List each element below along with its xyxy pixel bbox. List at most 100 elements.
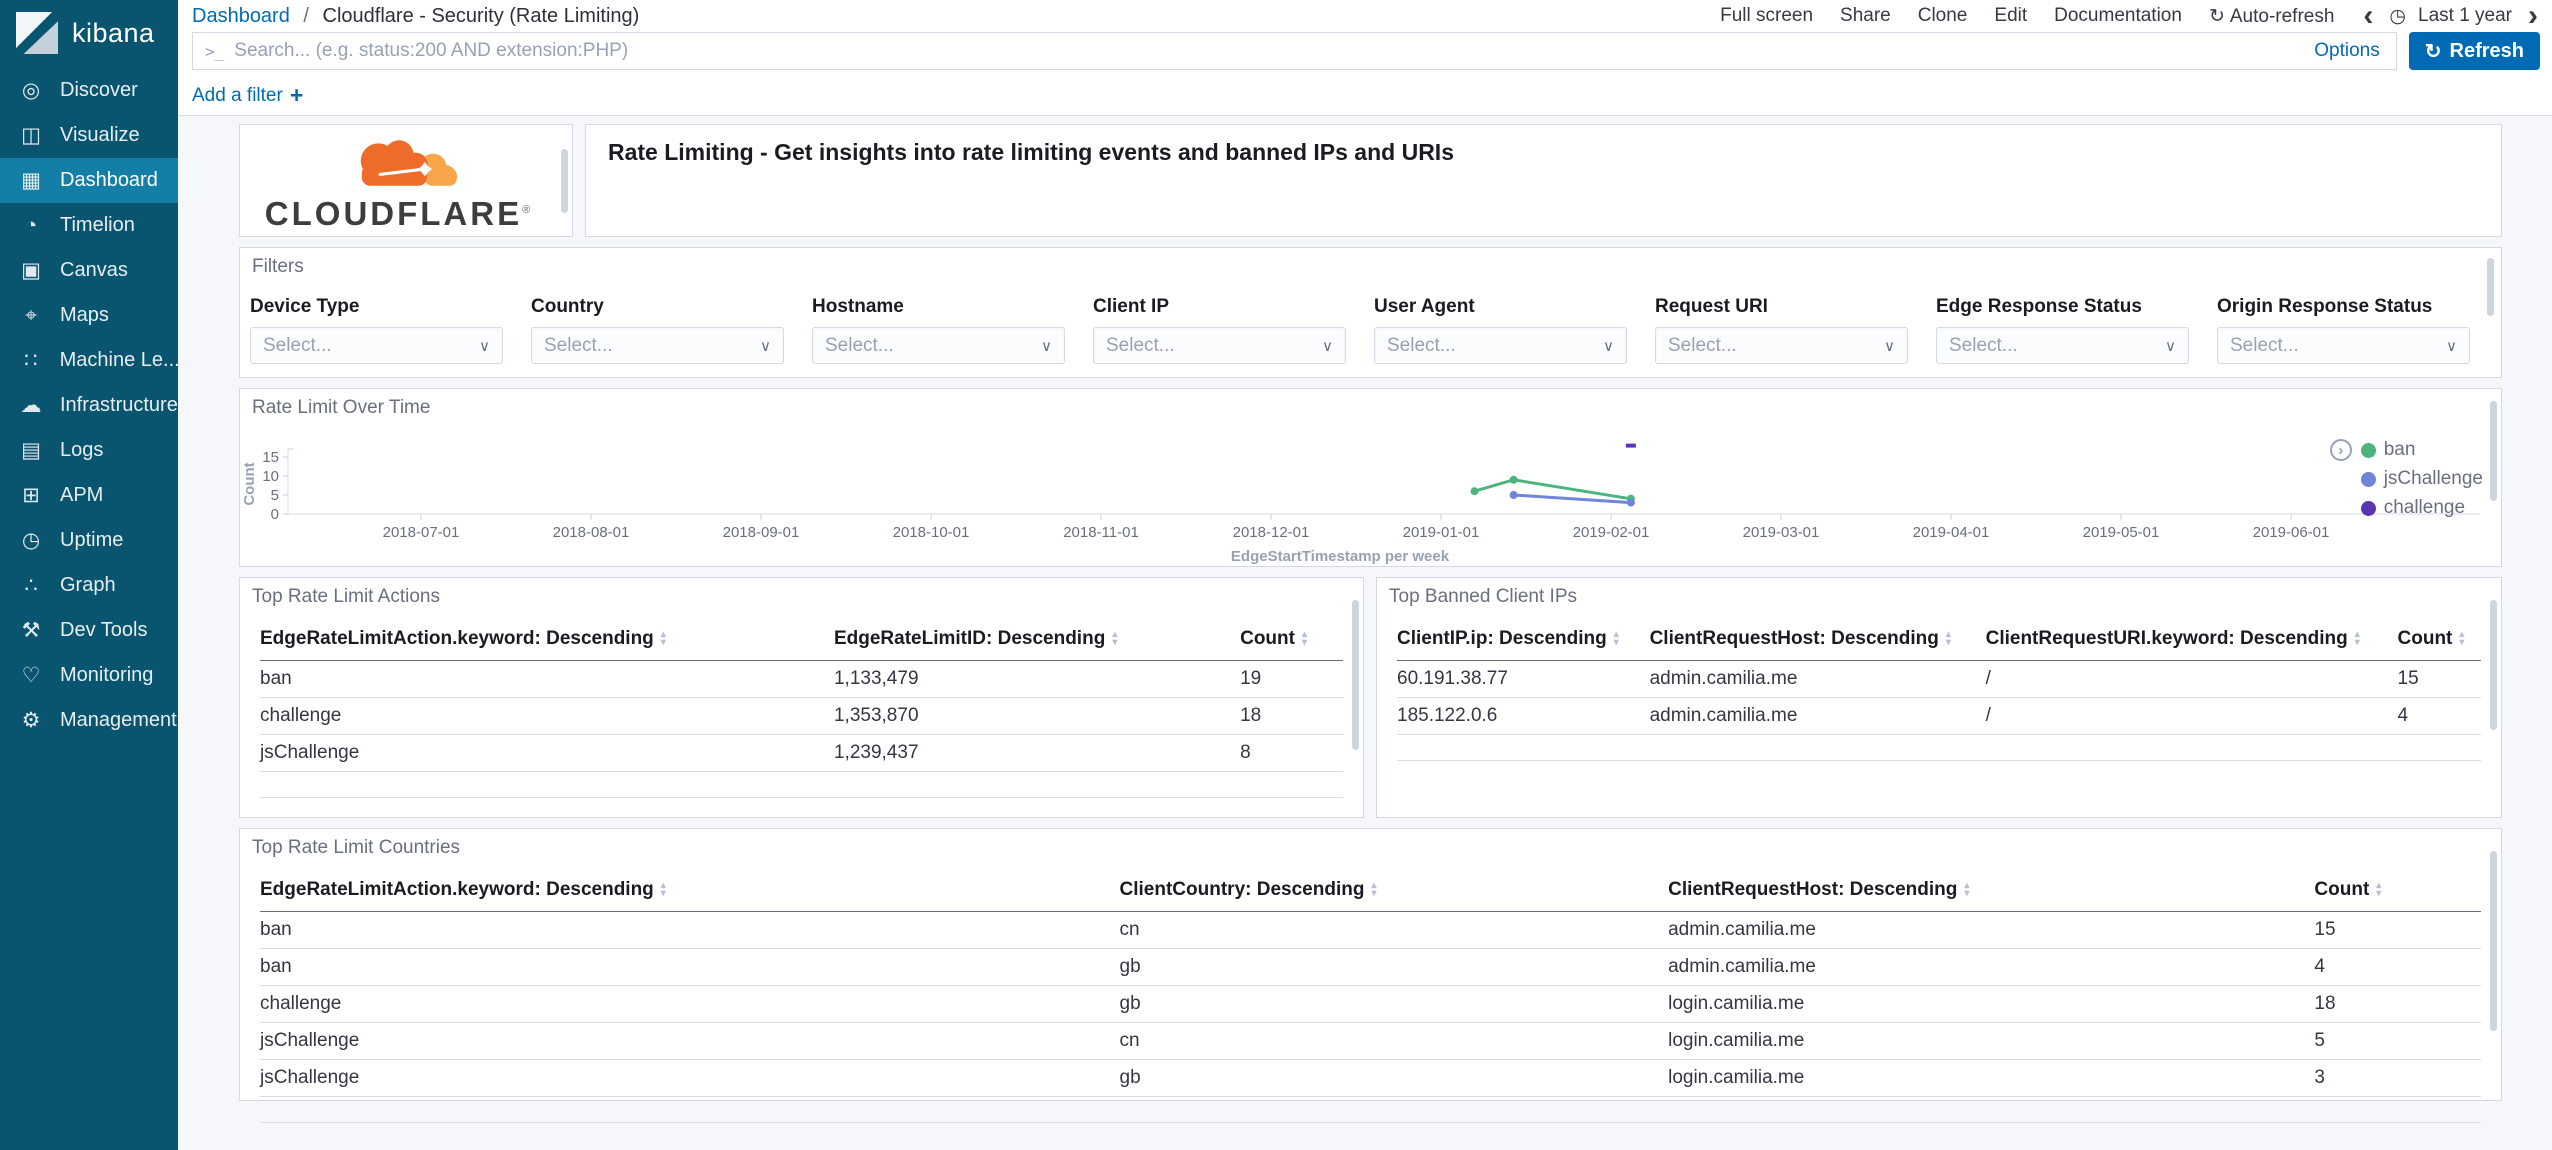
column-header[interactable]: EdgeRateLimitID: Descending ▴ ▾ xyxy=(833,620,1241,661)
sidebar-item-management[interactable]: ⚙ Management xyxy=(0,698,178,743)
column-header[interactable]: Count ▴ ▾ xyxy=(2314,871,2481,912)
column-header-label: EdgeRateLimitAction.keyword: Descending xyxy=(260,628,654,649)
sidebar-item-uptime[interactable]: ◷ Uptime xyxy=(0,518,178,563)
filter-select[interactable]: Select... ∨ xyxy=(2217,327,2470,364)
menu-item-full-screen[interactable]: Full screen xyxy=(1720,5,1813,27)
cell xyxy=(833,771,1241,798)
column-header-label: Count xyxy=(2397,628,2453,649)
svg-text:10: 10 xyxy=(262,468,279,485)
query-options-link[interactable]: Options xyxy=(2298,40,2395,62)
cell: gb xyxy=(1119,985,1669,1023)
time-range-picker[interactable]: ◷ Last 1 year xyxy=(2389,5,2512,28)
column-header[interactable]: ClientIP.ip: Descending ▴ ▾ xyxy=(1397,620,1650,661)
cell: jsChallenge xyxy=(260,734,834,772)
refresh-button[interactable]: ↻ Refresh xyxy=(2408,32,2540,70)
column-header[interactable]: ClientRequestHost: Descending ▴ ▾ xyxy=(1668,871,2315,912)
cell: admin.camilia.me xyxy=(1668,948,2315,986)
sidebar-item-dev-tools[interactable]: ⚒ Dev Tools xyxy=(0,608,178,653)
column-header[interactable]: ClientRequestHost: Descending ▴ ▾ xyxy=(1649,620,1986,661)
legend-item-challenge[interactable]: challenge xyxy=(2360,497,2483,519)
sort-icon: ▴ ▾ xyxy=(1613,628,1619,648)
panel-scrollbar[interactable] xyxy=(2490,851,2497,1031)
column-header[interactable]: EdgeRateLimitAction.keyword: Descending ▴… xyxy=(260,620,834,661)
panel-scrollbar[interactable] xyxy=(2487,258,2494,316)
column-header-label: ClientCountry: Descending xyxy=(1119,879,1365,900)
sidebar-item-logs[interactable]: ▤ Logs xyxy=(0,428,178,473)
previous-time-range-button[interactable]: ‹ xyxy=(2361,1,2375,31)
panel-scrollbar[interactable] xyxy=(2490,600,2497,730)
cell: 4 xyxy=(2314,948,2481,986)
menu-item-edit[interactable]: Edit xyxy=(1994,5,2027,27)
filter-select[interactable]: Select... ∨ xyxy=(1093,327,1346,364)
top-navigation-bar: Dashboard / Cloudflare - Security (Rate … xyxy=(178,0,2552,31)
column-header[interactable]: Count ▴ ▾ xyxy=(1240,620,1343,661)
column-header[interactable]: ClientRequestURI.keyword: Descending ▴ ▾ xyxy=(1985,620,2398,661)
cell xyxy=(1240,771,1343,798)
panel-scrollbar[interactable] xyxy=(561,149,568,213)
cell: admin.camilia.me xyxy=(1649,660,1986,698)
sidebar-item-timelion[interactable]: ◔ Timelion xyxy=(0,203,178,248)
filter-select[interactable]: Select... ∨ xyxy=(250,327,503,364)
sort-icon: ▴ ▾ xyxy=(660,628,666,648)
filter-select[interactable]: Select... ∨ xyxy=(1936,327,2189,364)
sidebar-item-dashboard[interactable]: ▦ Dashboard xyxy=(0,158,178,203)
filter-select[interactable]: Select... ∨ xyxy=(531,327,784,364)
column-header[interactable]: ClientCountry: Descending ▴ ▾ xyxy=(1119,871,1669,912)
sidebar-item-monitoring[interactable]: ♡ Monitoring xyxy=(0,653,178,698)
graph-icon: ∴ xyxy=(24,574,38,597)
cell: login.camilia.me xyxy=(1668,985,2315,1023)
add-filter-button[interactable]: Add a filter + xyxy=(192,82,303,109)
menu-item-documentation[interactable]: Documentation xyxy=(2054,5,2182,27)
cell xyxy=(1668,1096,2315,1123)
top-rate-limit-countries-panel: Top Rate Limit Countries EdgeRateLimitAc… xyxy=(239,828,2502,1123)
sidebar-item-visualize[interactable]: ◫ Visualize xyxy=(0,113,178,158)
svg-text:2018-08-01: 2018-08-01 xyxy=(553,524,630,541)
main-area: Dashboard / Cloudflare - Security (Rate … xyxy=(178,0,2552,1150)
column-header-label: Count xyxy=(1240,628,1295,649)
table-row: ban gb admin.camilia.me 4 xyxy=(260,948,2481,986)
select-placeholder: Select... xyxy=(1668,334,1737,356)
cell: gb xyxy=(1119,1059,1669,1097)
filter-field-device-type: Device Type Select... ∨ xyxy=(250,296,503,364)
sort-icon: ▴ ▾ xyxy=(660,879,666,899)
filter-field-country: Country Select... ∨ xyxy=(531,296,784,364)
auto-refresh-button[interactable]: ↻ Auto-refresh xyxy=(2209,5,2334,28)
management-icon: ⚙ xyxy=(21,709,41,732)
sort-icon: ▴ ▾ xyxy=(2459,628,2465,648)
next-time-range-button[interactable]: › xyxy=(2526,1,2540,31)
svg-text:2018-07-01: 2018-07-01 xyxy=(383,524,460,541)
search-input[interactable] xyxy=(234,40,2299,62)
filter-select[interactable]: Select... ∨ xyxy=(812,327,1065,364)
table-row: 60.191.38.77 admin.camilia.me/15 xyxy=(1397,660,2481,698)
panel-scrollbar[interactable] xyxy=(2490,401,2497,501)
column-header[interactable]: EdgeRateLimitAction.keyword: Descending ▴… xyxy=(260,871,1120,912)
sidebar-item-graph[interactable]: ∴ Graph xyxy=(0,563,178,608)
cell xyxy=(1119,1096,1669,1123)
rate-limit-actions-table: EdgeRateLimitAction.keyword: Descending ▴… xyxy=(260,620,1343,798)
refresh-cycle-icon: ↻ xyxy=(2208,5,2225,27)
dashboard-description: Rate Limiting - Get insights into rate l… xyxy=(608,139,1454,165)
sidebar-item-machine-learning[interactable]: ∷ Machine Le... xyxy=(0,338,178,383)
legend-item-ban[interactable]: ban xyxy=(2360,439,2483,461)
cell: 19 xyxy=(1240,660,1343,698)
menu-item-clone[interactable]: Clone xyxy=(1918,5,1968,27)
table-header-row: EdgeRateLimitAction.keyword: Descending ▴… xyxy=(260,871,2481,912)
sidebar-item-apm[interactable]: ⊞ APM xyxy=(0,473,178,518)
legend-item-jsChallenge[interactable]: jsChallenge xyxy=(2360,468,2483,490)
kibana-logo-row[interactable]: kibana xyxy=(0,0,178,66)
sidebar-item-maps[interactable]: ⌖ Maps xyxy=(0,293,178,338)
menu-item-share[interactable]: Share xyxy=(1840,5,1891,27)
filter-select[interactable]: Select... ∨ xyxy=(1374,327,1627,364)
column-header[interactable]: Count ▴ ▾ xyxy=(2397,620,2481,661)
filter-select[interactable]: Select... ∨ xyxy=(1655,327,1908,364)
sidebar-item-infrastructure[interactable]: ☁ Infrastructure xyxy=(0,383,178,428)
filter-field-client-ip: Client IP Select... ∨ xyxy=(1093,296,1346,364)
sidebar-item-discover[interactable]: ◎ Discover xyxy=(0,68,178,113)
legend-toggle-icon[interactable]: › xyxy=(2329,439,2352,461)
table-row: 185.122.0.6 admin.camilia.me/4 xyxy=(1397,697,2481,735)
sidebar-item-label: Dashboard xyxy=(60,169,158,191)
cell: 3 xyxy=(2314,1059,2481,1097)
sidebar-item-canvas[interactable]: ▣ Canvas xyxy=(0,248,178,293)
panel-scrollbar[interactable] xyxy=(1352,600,1359,750)
breadcrumb-dashboard-link[interactable]: Dashboard xyxy=(192,5,290,27)
